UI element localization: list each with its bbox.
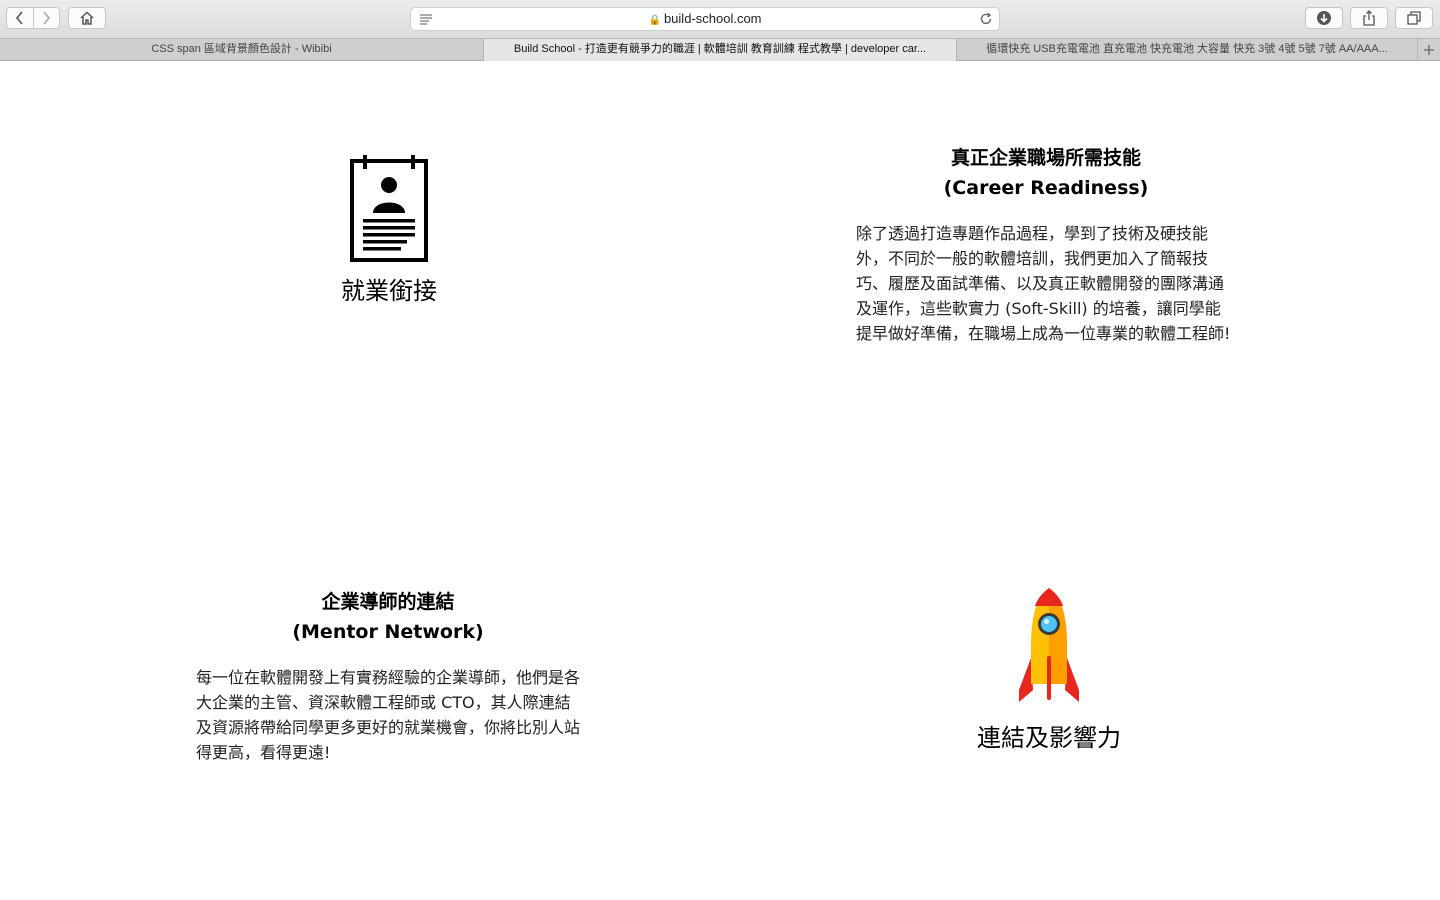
back-button[interactable] xyxy=(7,8,33,28)
plus-icon xyxy=(1424,45,1434,55)
tab-wibibi[interactable]: CSS span 區域背景顏色設計 - Wibibi xyxy=(0,39,484,61)
browser-toolbar: 🔒 build-school.com xyxy=(0,0,1440,38)
lock-icon: 🔒 xyxy=(648,15,661,26)
reload-icon[interactable] xyxy=(979,12,993,26)
history-buttons xyxy=(6,7,60,29)
career-title-en: (Career Readiness) xyxy=(943,177,1149,199)
career-description: 除了透過打造專題作品過程，學到了技術及硬技能外，不同於一般的軟體培訓，我們更加入… xyxy=(856,224,1231,343)
chevron-left-icon xyxy=(15,11,23,25)
tab-bar: CSS span 區域背景顏色設計 - Wibibi Build School … xyxy=(0,38,1440,61)
career-label: 就業銜接 xyxy=(341,277,437,305)
share-button[interactable] xyxy=(1350,7,1388,29)
mentor-label: 連結及影響力 xyxy=(977,724,1121,752)
tab-battery[interactable]: 循環快充 USB充電電池 直充電池 快充電池 大容量 快充 3號 4號 5號 7… xyxy=(957,39,1418,61)
address-bar[interactable]: 🔒 build-school.com xyxy=(410,7,1000,31)
tab-build-school[interactable]: Build School - 打造更有競爭力的職涯 | 軟體培訓 教育訓練 程式… xyxy=(484,39,957,61)
mentor-text-block: 企業導師的連結 (Mentor Network) 每一位在軟體開發上有實務經驗的… xyxy=(196,587,580,765)
downloads-button[interactable] xyxy=(1305,7,1343,29)
mentor-title-en: (Mentor Network) xyxy=(292,621,484,643)
resume-icon xyxy=(350,155,428,262)
url-display[interactable]: 🔒 build-school.com xyxy=(411,8,999,32)
url-text: build-school.com xyxy=(663,11,762,26)
home-icon xyxy=(80,11,94,25)
mentor-feature: 連結及影響力 xyxy=(949,586,1149,753)
home-button[interactable] xyxy=(68,7,106,29)
mentor-description: 每一位在軟體開發上有實務經驗的企業導師，他們是各大企業的主管、資深軟體工程師或 … xyxy=(196,668,581,762)
career-text-block: 真正企業職場所需技能 (Career Readiness) 除了透過打造專題作品… xyxy=(856,143,1236,346)
mentor-title-zh: 企業導師的連結 xyxy=(321,591,455,613)
career-feature: 就業銜接 xyxy=(289,155,489,306)
share-icon xyxy=(1363,10,1375,26)
chevron-right-icon xyxy=(43,11,51,25)
forward-button[interactable] xyxy=(32,8,60,28)
tabs-icon xyxy=(1407,11,1421,25)
rocket-icon xyxy=(1019,588,1079,702)
download-icon xyxy=(1317,11,1331,25)
new-tab-button[interactable] xyxy=(1418,39,1440,61)
tabs-overview-button[interactable] xyxy=(1395,7,1433,29)
career-title-zh: 真正企業職場所需技能 xyxy=(950,147,1141,169)
